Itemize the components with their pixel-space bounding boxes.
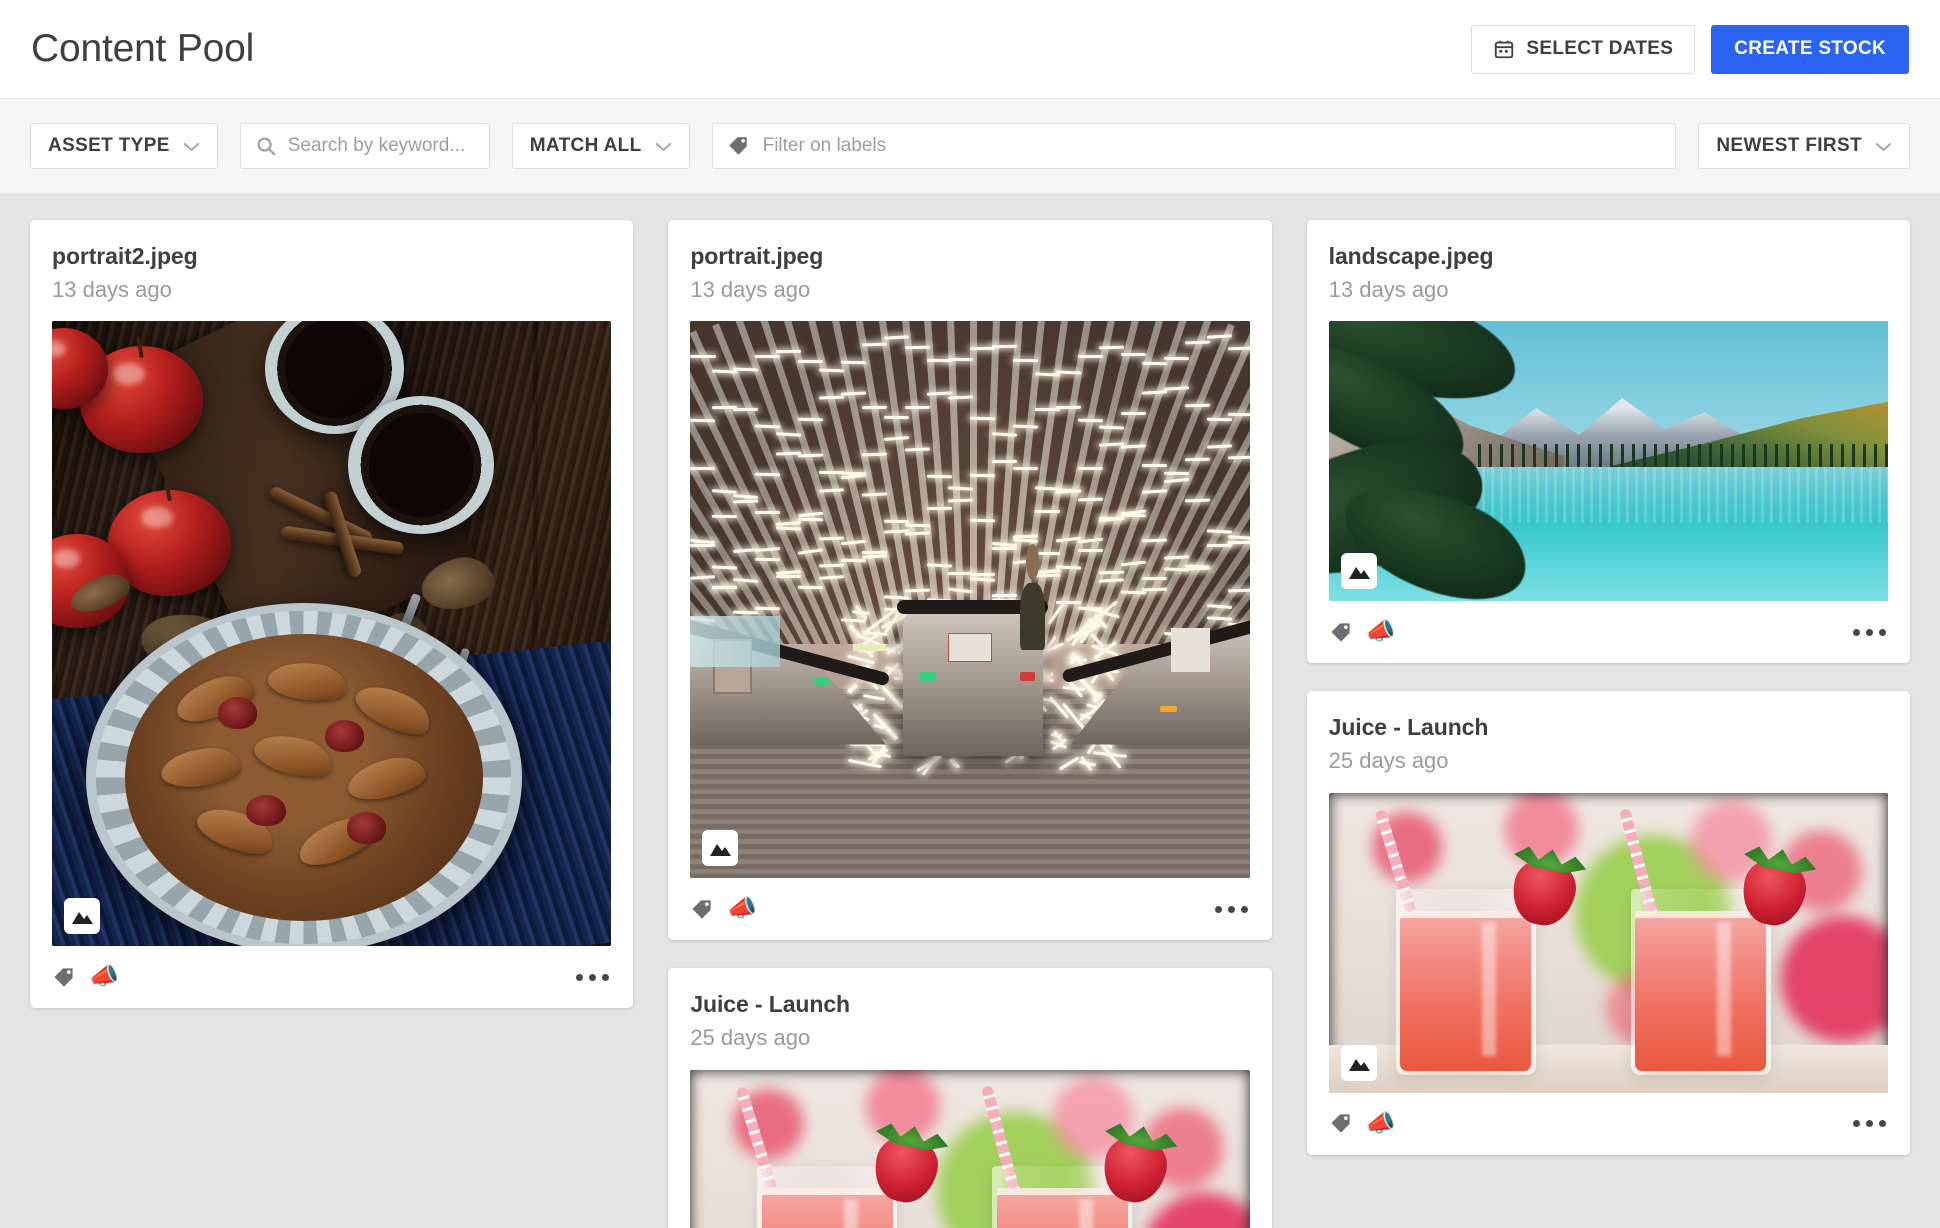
asset-thumbnail[interactable]: [52, 321, 612, 947]
image-icon: [1348, 1058, 1370, 1071]
chevron-down-icon: [655, 141, 672, 152]
select-dates-label: SELECT DATES: [1526, 38, 1674, 59]
megaphone-icon[interactable]: 📣: [727, 897, 757, 921]
sort-order-label: NEWEST FIRST: [1716, 135, 1862, 156]
grid-column-3: landscape.jpeg 13 days ago 📣 Juice - Lau…: [1306, 220, 1910, 1155]
asset-title: landscape.jpeg: [1328, 243, 1494, 269]
pie-photo: [52, 321, 612, 947]
asset-type-select[interactable]: ASSET TYPE: [30, 123, 218, 169]
match-mode-select[interactable]: MATCH ALL: [511, 123, 690, 169]
filter-bar: ASSET TYPE Search by keyword... MATCH AL…: [0, 99, 1940, 194]
asset-title: Juice - Launch: [1328, 714, 1489, 741]
mountain-lake-photo: [1328, 321, 1888, 602]
search-placeholder: Search by keyword...: [287, 135, 466, 156]
juice-photo: [690, 1069, 1250, 1228]
tag-icon[interactable]: [690, 898, 713, 921]
megaphone-icon[interactable]: 📣: [1366, 1111, 1396, 1136]
asset-type-badge: [702, 830, 739, 867]
juice-photo: [1328, 792, 1888, 1093]
asset-card[interactable]: portrait2.jpeg 13 days ago 📣: [30, 220, 634, 1009]
asset-timestamp: 13 days ago: [52, 276, 172, 302]
asset-timestamp: 13 days ago: [690, 276, 811, 302]
image-icon: [710, 844, 732, 857]
asset-title: portrait2.jpeg: [52, 243, 198, 269]
label-filter-placeholder: Filter on labels: [762, 135, 887, 156]
asset-card-footer: 📣: [1329, 1093, 1888, 1155]
more-options-button[interactable]: [1851, 621, 1888, 644]
asset-thumbnail[interactable]: [690, 1069, 1250, 1228]
grid-column-2: portrait.jpeg 13 days ago 📣 Juice - Laun…: [668, 220, 1272, 1228]
asset-title: Juice - Launch: [690, 991, 850, 1018]
chevron-down-icon: [1875, 141, 1892, 152]
asset-timestamp: 25 days ago: [1328, 748, 1449, 773]
more-options-button[interactable]: [1851, 1112, 1888, 1135]
content-grid: portrait2.jpeg 13 days ago 📣 portrait.jp…: [0, 194, 1940, 1228]
asset-title: portrait.jpeg: [690, 243, 824, 269]
tag-icon[interactable]: [1329, 621, 1352, 644]
tag-icon[interactable]: [52, 966, 75, 989]
asset-type-label: ASSET TYPE: [48, 135, 170, 156]
more-options-button[interactable]: [574, 966, 611, 989]
asset-card-footer: 📣: [1329, 601, 1888, 663]
asset-timestamp: 13 days ago: [1328, 276, 1449, 302]
more-options-button[interactable]: [1213, 898, 1250, 921]
label-filter-input[interactable]: Filter on labels: [711, 123, 1677, 169]
tag-icon: [727, 135, 749, 157]
asset-thumbnail[interactable]: [1328, 321, 1888, 602]
asset-timestamp: 25 days ago: [690, 1025, 811, 1050]
sort-order-select[interactable]: NEWEST FIRST: [1698, 123, 1910, 169]
image-icon: [1348, 567, 1370, 580]
asset-card-footer: 📣: [52, 946, 611, 1008]
asset-thumbnail[interactable]: [690, 321, 1250, 879]
asset-card[interactable]: portrait.jpeg 13 days ago 📣: [668, 220, 1272, 941]
search-icon: [255, 135, 277, 157]
search-input[interactable]: Search by keyword...: [239, 123, 490, 169]
grid-column-1: portrait2.jpeg 13 days ago 📣: [30, 220, 634, 1009]
masonry-columns: portrait2.jpeg 13 days ago 📣 portrait.jp…: [30, 220, 1910, 1228]
asset-card-footer: 📣: [690, 878, 1249, 940]
create-stock-button[interactable]: CREATE STOCK: [1711, 24, 1909, 74]
megaphone-icon[interactable]: 📣: [1366, 620, 1396, 644]
metro-station-photo: [690, 321, 1250, 879]
asset-card[interactable]: Juice - Launch 25 days ago: [668, 968, 1272, 1228]
select-dates-button[interactable]: SELECT DATES: [1471, 24, 1696, 74]
page-title: Content Pool: [31, 27, 255, 70]
megaphone-icon[interactable]: 📣: [89, 965, 119, 989]
tag-icon[interactable]: [1329, 1112, 1352, 1135]
asset-card[interactable]: landscape.jpeg 13 days ago 📣: [1306, 220, 1910, 664]
create-stock-label: CREATE STOCK: [1734, 38, 1886, 59]
asset-type-badge: [64, 898, 100, 935]
app-header: Content Pool SELECT DATES CREATE STOCK: [0, 0, 1940, 99]
asset-card[interactable]: Juice - Launch 25 days ago: [1306, 691, 1910, 1155]
asset-type-badge: [1340, 1044, 1377, 1081]
calendar-icon: [1493, 38, 1515, 60]
chevron-down-icon: [183, 141, 200, 152]
header-actions: SELECT DATES CREATE STOCK: [1471, 24, 1909, 74]
image-icon: [72, 912, 93, 925]
match-mode-label: MATCH ALL: [529, 135, 642, 156]
asset-type-badge: [1340, 553, 1377, 590]
asset-thumbnail[interactable]: [1328, 792, 1888, 1093]
